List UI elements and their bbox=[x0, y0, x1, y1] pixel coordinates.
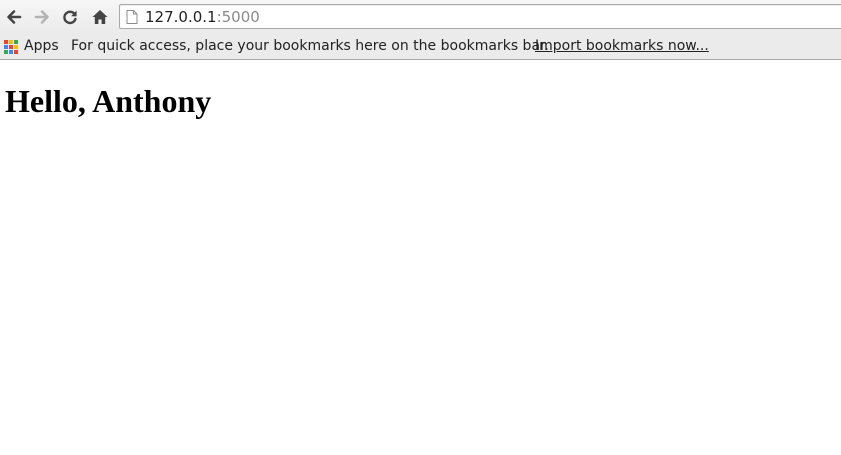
forward-button[interactable] bbox=[31, 5, 53, 29]
apps-icon-dot bbox=[4, 40, 8, 44]
apps-icon-dot bbox=[14, 45, 18, 49]
reload-button[interactable] bbox=[59, 5, 81, 29]
back-button[interactable] bbox=[3, 5, 25, 29]
reload-icon bbox=[63, 10, 77, 25]
import-bookmarks-link[interactable]: Import bookmarks now... bbox=[535, 34, 709, 59]
bookmarks-hint: For quick access, place your bookmarks h… bbox=[71, 38, 549, 54]
forward-arrow-icon bbox=[34, 10, 49, 24]
url-host: 127.0.0.1 bbox=[145, 8, 217, 26]
address-bar[interactable]: 127.0.0.1:5000 bbox=[119, 4, 841, 29]
home-icon bbox=[92, 10, 108, 24]
apps-shortcut[interactable]: Apps bbox=[24, 34, 59, 59]
home-button[interactable] bbox=[89, 5, 111, 29]
page-icon bbox=[126, 10, 138, 24]
url-text[interactable]: 127.0.0.1:5000 bbox=[145, 8, 260, 26]
apps-icon[interactable] bbox=[4, 40, 18, 54]
apps-icon-dot bbox=[14, 40, 18, 44]
apps-icon-dot bbox=[9, 50, 13, 54]
apps-icon-dot bbox=[9, 40, 13, 44]
apps-icon-dot bbox=[9, 45, 13, 49]
url-port: :5000 bbox=[216, 8, 260, 26]
page-heading: Hello, Anthony bbox=[5, 83, 212, 119]
browser-toolbar: 127.0.0.1:5000 bbox=[0, 0, 841, 34]
bookmarks-bar: Apps For quick access, place your bookma… bbox=[0, 34, 841, 60]
apps-icon-dot bbox=[4, 50, 8, 54]
back-arrow-icon bbox=[7, 10, 22, 24]
apps-icon-dot bbox=[14, 50, 18, 54]
apps-icon-dot bbox=[4, 45, 8, 49]
